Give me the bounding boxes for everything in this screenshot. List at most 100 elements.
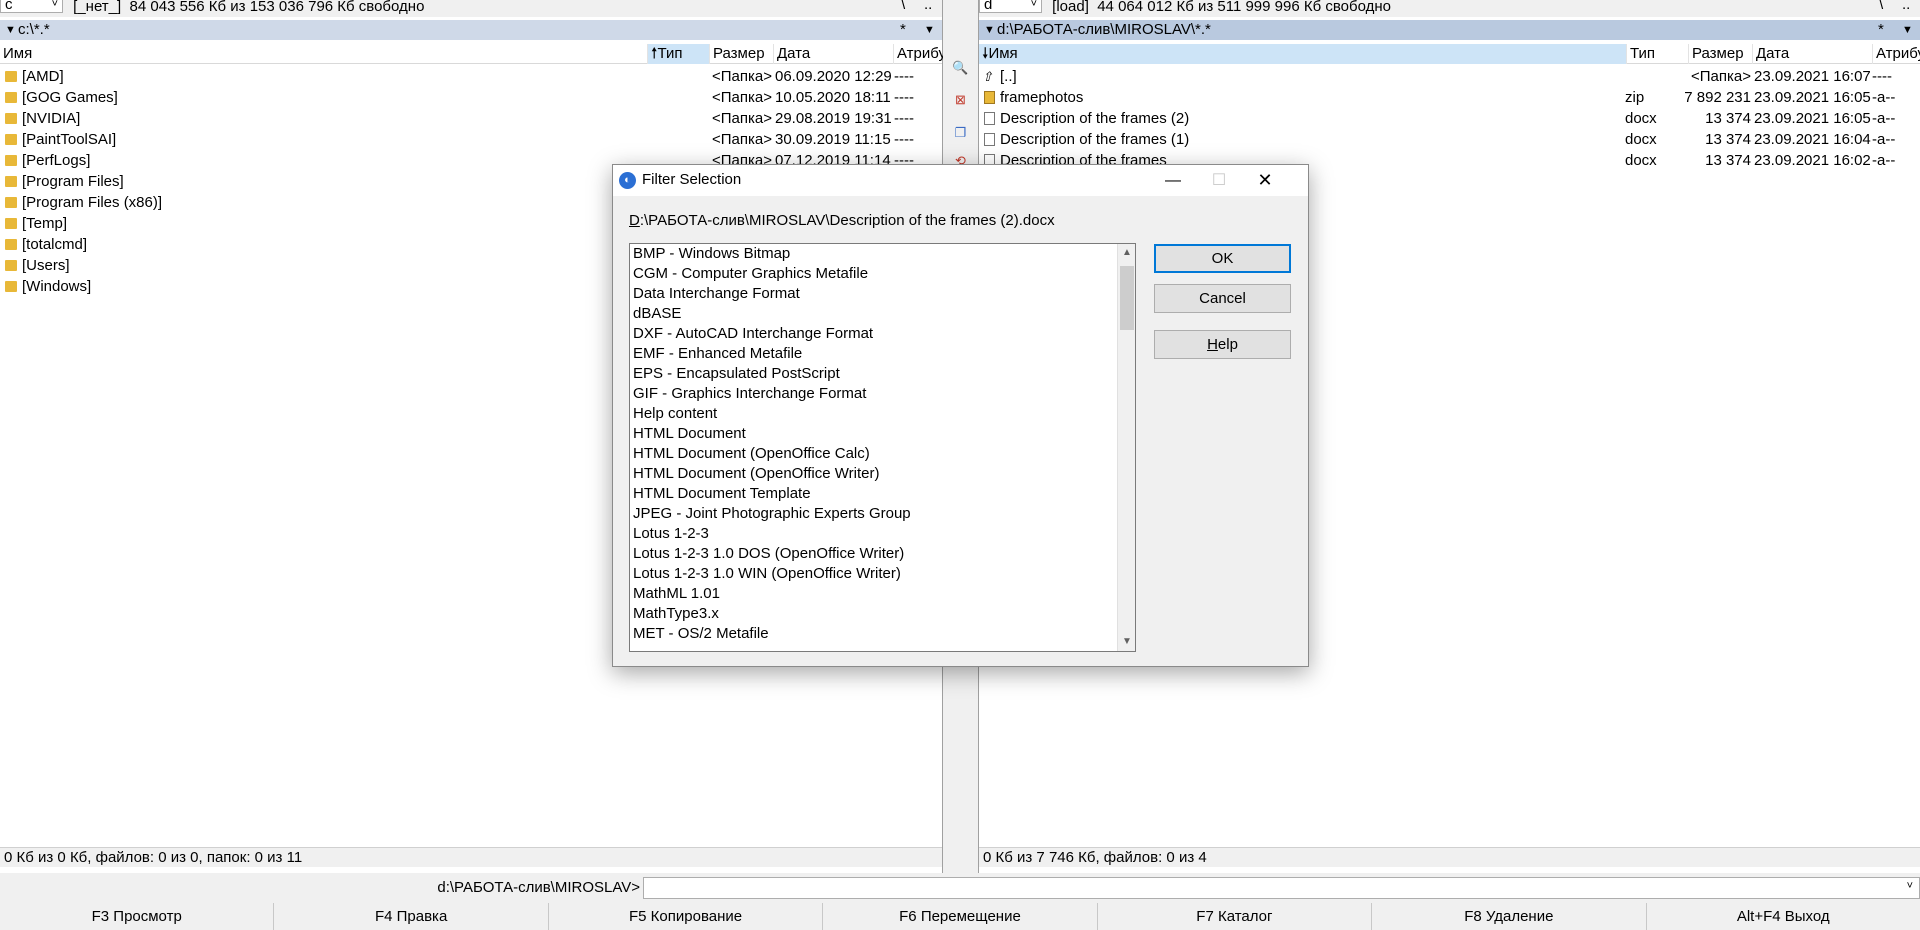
filter-selection-dialog: ◐ Filter Selection — ☐ ✕ D:\РАБОТА-слив\… (612, 164, 1309, 667)
f6-move-button[interactable]: F6 Перемещение (823, 903, 1098, 930)
filter-item[interactable]: BMP - Windows Bitmap (630, 244, 1135, 264)
f8-delete-button[interactable]: F8 Удаление (1372, 903, 1647, 930)
hotlist-arrow-icon[interactable]: ▼ (924, 20, 935, 40)
col-date[interactable]: Дата (774, 44, 894, 64)
col-attr[interactable]: Атрибу (894, 44, 946, 64)
list-item[interactable]: [GOG Games] <Папка> 10.05.2020 18:11 ---- (0, 87, 942, 108)
file-attr: -a-- (1872, 152, 1896, 169)
file-attr: -a-- (1872, 110, 1896, 127)
file-date: 06.09.2020 12:29 (775, 68, 892, 85)
left-drive-select[interactable]: c ˅ (0, 0, 63, 13)
right-drive-select[interactable]: d ˅ (979, 0, 1042, 13)
filter-item[interactable]: MathML 1.01 (630, 584, 1135, 604)
filter-item[interactable]: Data Interchange Format (630, 284, 1135, 304)
chevron-down-icon[interactable]: ˅ (1907, 880, 1913, 892)
col-name[interactable]: Имя (0, 44, 648, 64)
command-input[interactable]: ˅ (643, 877, 1920, 899)
filter-item[interactable]: CGM - Computer Graphics Metafile (630, 264, 1135, 284)
scroll-down-icon[interactable]: ▼ (1118, 633, 1135, 651)
filter-item[interactable]: EPS - Encapsulated PostScript (630, 364, 1135, 384)
listbox-scrollbar[interactable]: ▲ ▼ (1117, 244, 1135, 651)
filter-item[interactable]: HTML Document (OpenOffice Calc) (630, 444, 1135, 464)
file-size: 13 374 (1705, 131, 1751, 148)
close-icon[interactable]: ✕ (1242, 165, 1288, 196)
filter-item[interactable]: EMF - Enhanced Metafile (630, 344, 1135, 364)
filter-item[interactable]: Help content (630, 404, 1135, 424)
file-size: <Папка> (712, 89, 772, 106)
filter-item[interactable]: Lotus 1-2-3 (630, 524, 1135, 544)
filter-item[interactable]: HTML Document (OpenOffice Writer) (630, 464, 1135, 484)
drive-label: [load] (1052, 0, 1089, 15)
col-size[interactable]: Размер (710, 44, 774, 64)
filter-star[interactable]: * (900, 20, 906, 40)
help-label: elp (1217, 336, 1238, 353)
filter-item[interactable]: DXF - AutoCAD Interchange Format (630, 324, 1135, 344)
copy-icon[interactable]: ❐ (952, 124, 969, 141)
filter-listbox[interactable]: BMP - Windows Bitmap CGM - Computer Graph… (629, 243, 1136, 652)
col-attr[interactable]: Атрибу (1873, 44, 1920, 64)
root-dir-button[interactable]: \ (1879, 0, 1883, 12)
altf4-exit-button[interactable]: Alt+F4 Выход (1647, 903, 1920, 930)
file-name: [PerfLogs] (22, 152, 91, 169)
cancel-button[interactable]: Cancel (1154, 284, 1291, 313)
ok-button[interactable]: OK (1154, 244, 1291, 273)
f5-copy-button[interactable]: F5 Копирование (549, 903, 824, 930)
filter-item[interactable]: HTML Document (630, 424, 1135, 444)
f7-mkdir-button[interactable]: F7 Каталог (1098, 903, 1373, 930)
col-type[interactable]: 🠕Тип (648, 44, 710, 64)
current-path: c:\*.* (18, 21, 50, 38)
list-item[interactable]: [NVIDIA] <Папка> 29.08.2019 19:31 ---- (0, 108, 942, 129)
file-attr: -a-- (1872, 131, 1896, 148)
right-status-bar: 0 Кб из 7 746 Кб, файлов: 0 из 4 (979, 847, 1920, 867)
dialog-titlebar[interactable]: ◐ Filter Selection — ☐ ✕ (613, 165, 1308, 196)
folder-icon (5, 281, 17, 292)
filter-item[interactable]: Lotus 1-2-3 1.0 WIN (OpenOffice Writer) (630, 564, 1135, 584)
compare-icon[interactable]: ⊠ (952, 91, 969, 108)
filter-item[interactable]: dBASE (630, 304, 1135, 324)
dialog-file-path: D:\РАБОТА-слив\MIROSLAV\Description of t… (629, 212, 1055, 229)
left-drive-bar: c ˅ [_нет_] 84 043 556 Кб из 153 036 796 … (0, 0, 942, 17)
parent-dir-button[interactable]: .. (924, 0, 932, 12)
file-date: 30.09.2019 11:15 (775, 131, 891, 148)
filter-item[interactable]: HTML Document Template (630, 484, 1135, 504)
file-date: 23.09.2021 16:05 (1754, 110, 1871, 127)
f3-view-button[interactable]: F3 Просмотр (0, 903, 275, 930)
scroll-up-icon[interactable]: ▲ (1118, 244, 1135, 262)
history-triangle-icon[interactable]: ▼ (5, 20, 16, 40)
list-item[interactable]: Description of the frames (2) docx 13 374 2… (979, 108, 1920, 129)
root-dir-button[interactable]: \ (901, 0, 905, 12)
file-size: 7 892 231 (1684, 89, 1751, 106)
up-dir-icon: ⇧ (982, 69, 993, 84)
hotlist-arrow-icon[interactable]: ▼ (1902, 20, 1913, 40)
search-icon[interactable]: 🔍 (952, 59, 969, 76)
list-item[interactable]: [PaintToolSAI] <Папка> 30.09.2019 11:15 ---… (0, 129, 942, 150)
filter-item[interactable]: JPEG - Joint Photographic Experts Group (630, 504, 1135, 524)
col-date[interactable]: Дата (1753, 44, 1873, 64)
col-name[interactable]: 🠗Имя (979, 44, 1627, 64)
file-name: [PaintToolSAI] (22, 131, 117, 148)
function-key-bar: F3 Просмотр F4 Правка F5 Копирование F6 … (0, 903, 1920, 930)
right-path-bar[interactable]: ▼ d:\РАБОТА-слив\MIROSLAV\*.* * ▼ (979, 20, 1920, 40)
filter-item[interactable]: MathType3.x (630, 604, 1135, 624)
col-type[interactable]: Тип (1627, 44, 1689, 64)
folder-icon (5, 155, 17, 166)
file-name: Description of the frames (2) (1000, 110, 1190, 127)
filter-item[interactable]: Lotus 1-2-3 1.0 DOS (OpenOffice Writer) (630, 544, 1135, 564)
file-attr: ---- (894, 68, 914, 85)
col-size[interactable]: Размер (1689, 44, 1753, 64)
f4-edit-button[interactable]: F4 Правка (274, 903, 549, 930)
list-item[interactable]: ⇧ [..] <Папка> 23.09.2021 16:07 ---- (979, 66, 1920, 87)
left-path-bar[interactable]: ▼ c:\*.* * ▼ (0, 20, 942, 40)
list-item[interactable]: [AMD] <Папка> 06.09.2020 12:29 ---- (0, 66, 942, 87)
help-button[interactable]: Help (1154, 330, 1291, 359)
filter-item[interactable]: MET - OS/2 Metafile (630, 624, 1135, 644)
minimize-icon[interactable]: — (1150, 165, 1196, 196)
scroll-thumb[interactable] (1120, 266, 1134, 330)
list-item[interactable]: Description of the frames (1) docx 13 374 2… (979, 129, 1920, 150)
list-item[interactable]: framephotos zip 7 892 231 23.09.2021 16:05-… (979, 87, 1920, 108)
filter-star[interactable]: * (1878, 20, 1884, 40)
history-triangle-icon[interactable]: ▼ (984, 20, 995, 40)
right-column-header: 🠗Имя Тип Размер Дата Атрибу (979, 44, 1920, 64)
parent-dir-button[interactable]: .. (1902, 0, 1910, 12)
filter-item[interactable]: GIF - Graphics Interchange Format (630, 384, 1135, 404)
